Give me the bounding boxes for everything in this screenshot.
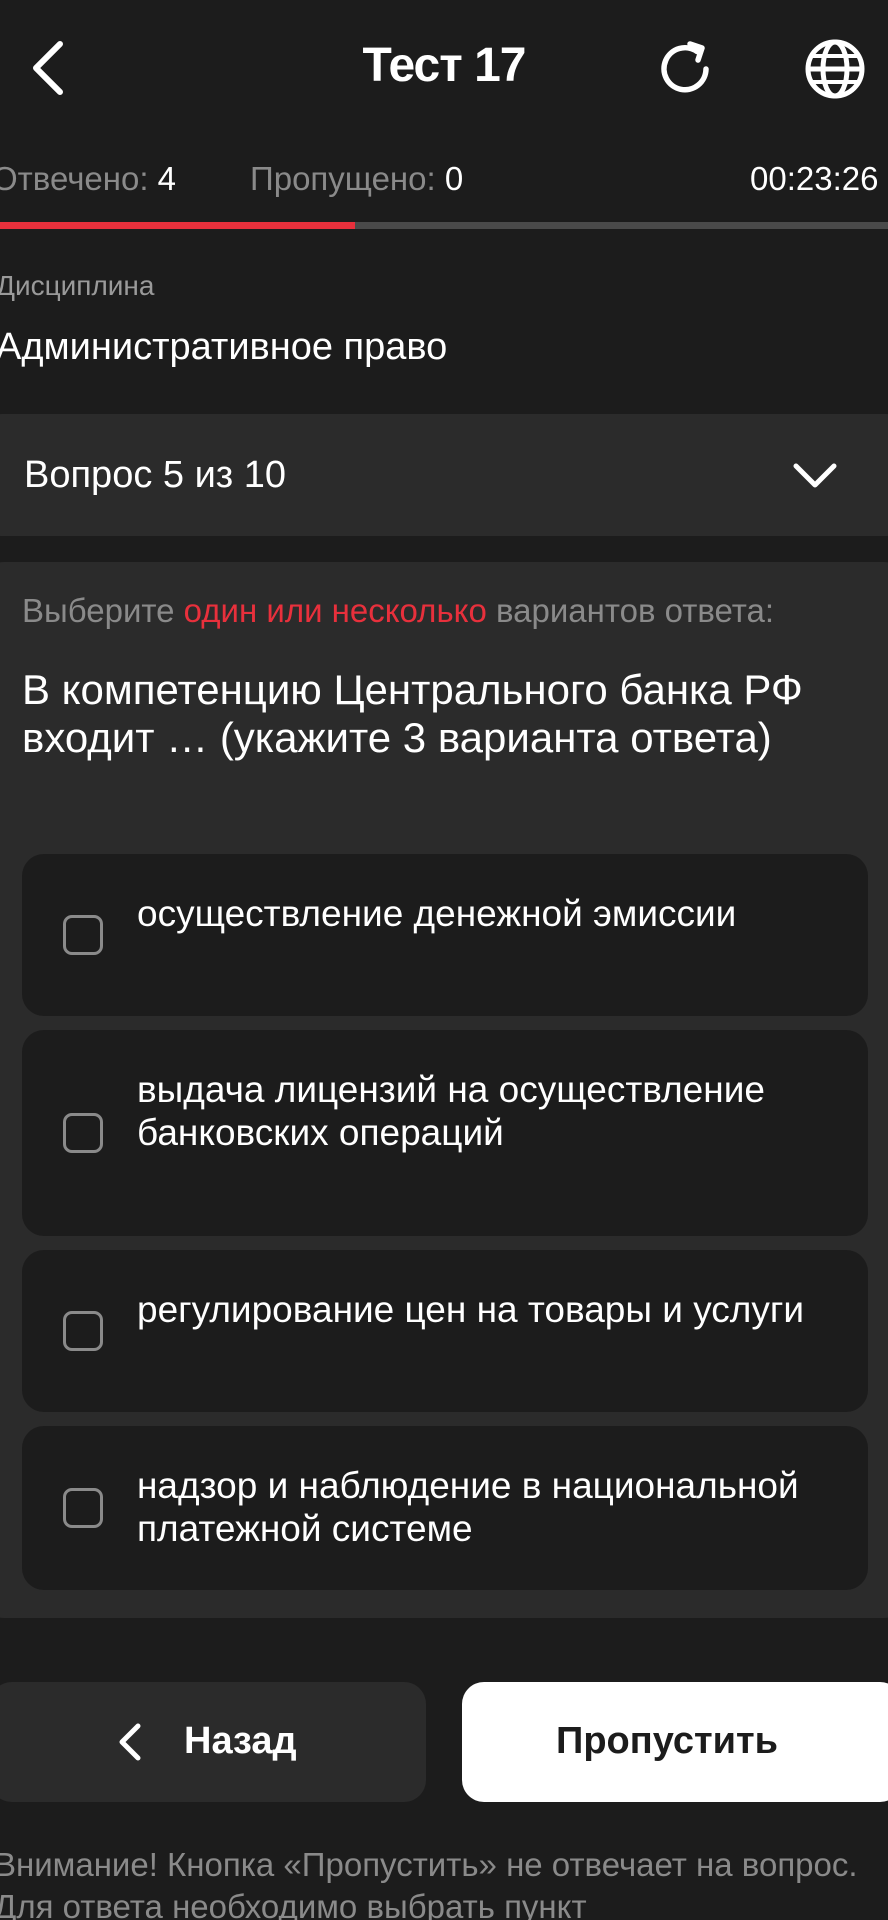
skipped-value: 0	[444, 160, 464, 197]
timer: 00:23:26	[750, 160, 879, 197]
checkbox[interactable]	[63, 1488, 103, 1528]
answer-option-text: осуществление денежной эмиссии	[137, 893, 737, 934]
progress-bar	[0, 222, 888, 229]
question-selector-label: Вопрос 5 из 10	[24, 454, 287, 496]
question-text: В компетенцию Центрального банка РФ вход…	[22, 666, 803, 761]
back-button[interactable]: Назад	[0, 1682, 426, 1802]
answer-instruction: Выберите один или несколько вариантов от…	[22, 592, 774, 630]
answer-option-text: регулирование цен на товары и услуги	[137, 1289, 805, 1330]
skipped-counter: Пропущено: 0	[250, 160, 463, 198]
answer-option[interactable]: регулирование цен на товары и услуги	[22, 1250, 868, 1412]
answer-option[interactable]: осуществление денежной эмиссии	[22, 854, 868, 1016]
question-selector[interactable]: Вопрос 5 из 10	[0, 414, 888, 536]
instruction-text-end: вариантов ответа:	[486, 592, 775, 629]
chevron-left-icon	[119, 1723, 141, 1761]
back-button-label: Назад	[184, 1720, 297, 1762]
top-bar: Тест 17	[0, 0, 888, 140]
answer-option[interactable]: выдача лицензий на осуществление банковс…	[22, 1030, 868, 1236]
skipped-label: Пропущено:	[250, 160, 436, 197]
checkbox[interactable]	[63, 915, 103, 955]
answered-label: Отвечено:	[0, 160, 149, 197]
question-card: Выберите один или несколько вариантов от…	[0, 562, 888, 1618]
answered-counter: Отвечено: 4	[0, 160, 176, 198]
chevron-down-icon	[793, 463, 837, 488]
progress-bar-fill	[0, 222, 356, 229]
checkbox[interactable]	[63, 1311, 103, 1351]
test-screen: Тест 17 Отвечено: 4 Пропущено: 0 00:23:2…	[0, 0, 888, 1920]
discipline-value: Административное право	[0, 326, 448, 368]
skip-notice: Внимание! Кнопка «Пропустить» не отвечае…	[0, 1846, 858, 1920]
checkbox[interactable]	[63, 1113, 103, 1153]
answer-option-text: надзор и наблюдение в национальной плате…	[137, 1465, 799, 1549]
instruction-text: Выберите	[22, 592, 184, 629]
discipline-label: Дисциплина	[0, 270, 155, 301]
answer-option-text: выдача лицензий на осуществление банковс…	[137, 1069, 765, 1153]
answered-value: 4	[157, 160, 177, 197]
globe-icon[interactable]	[802, 36, 868, 102]
instruction-accent: один или несколько	[183, 592, 487, 629]
refresh-icon[interactable]	[652, 36, 718, 102]
page-title: Тест 17	[0, 38, 888, 93]
progress-status: Отвечено: 4 Пропущено: 0 00:23:26	[0, 160, 888, 210]
page-title-text: Тест 17	[362, 39, 527, 92]
skip-button[interactable]: Пропустить	[462, 1682, 888, 1802]
answer-option[interactable]: надзор и наблюдение в национальной плате…	[22, 1426, 868, 1590]
skip-button-label: Пропустить	[556, 1720, 778, 1762]
